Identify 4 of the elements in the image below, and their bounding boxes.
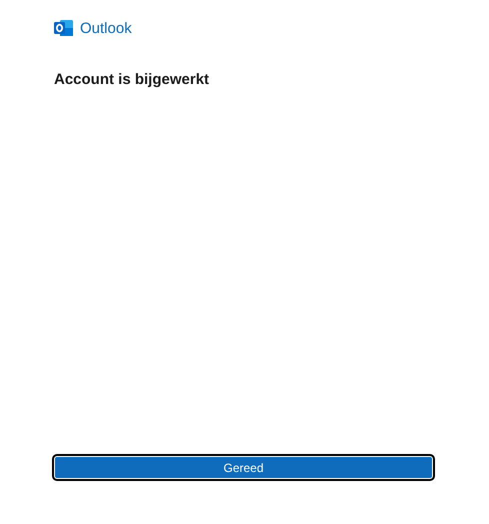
outlook-logo-icon [54,19,74,37]
done-button[interactable]: Gereed [54,456,433,479]
page-heading: Account is bijgewerkt [54,71,210,90]
app-name: Outlook [80,20,132,36]
